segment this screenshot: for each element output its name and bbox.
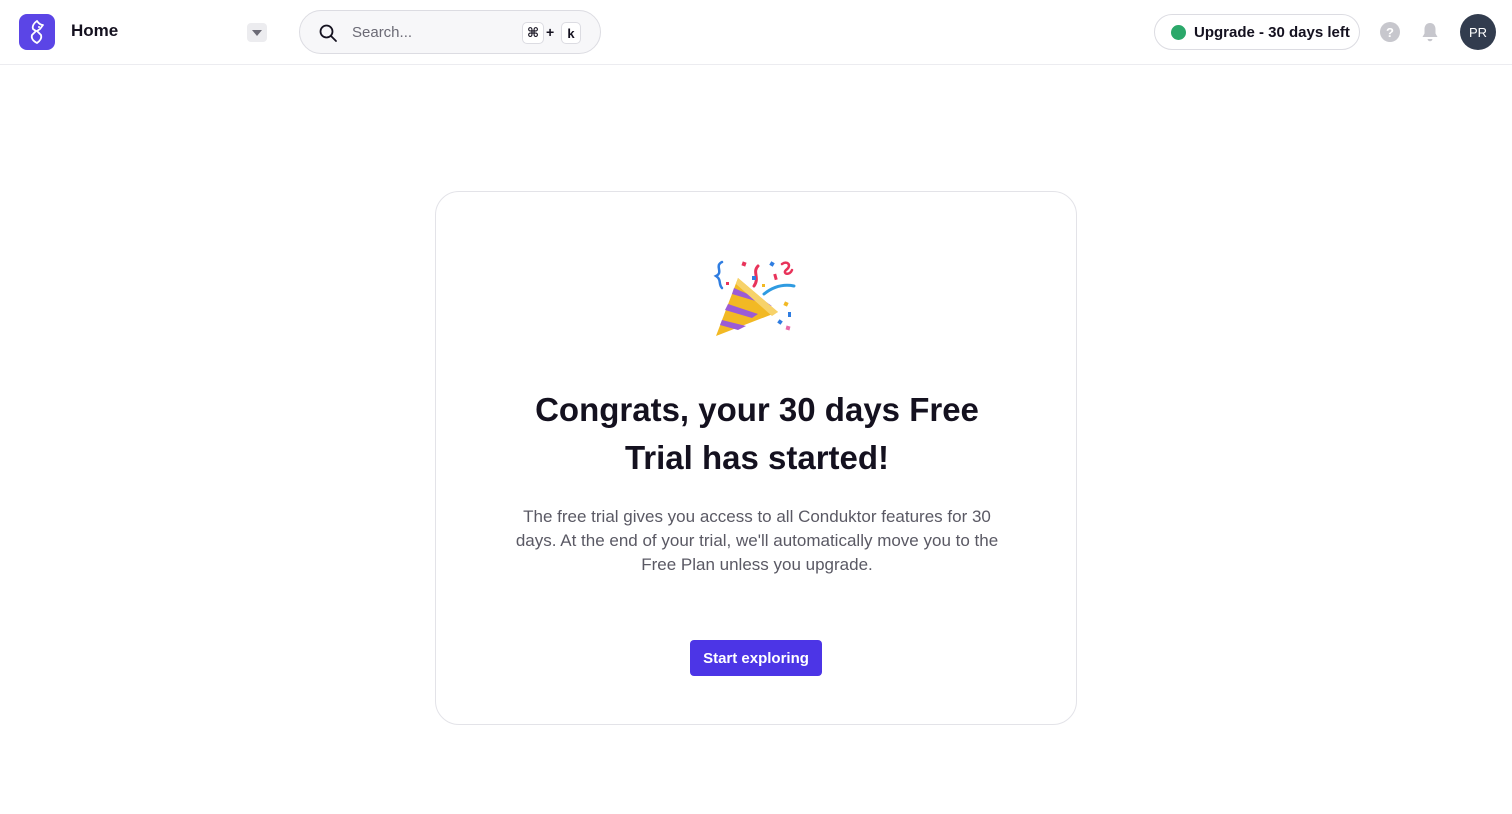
conduktor-logo[interactable] (19, 14, 55, 50)
trial-started-card: Congrats, your 30 days Free Trial has st… (435, 191, 1077, 725)
shortcut-cmd-key: ⌘ (522, 22, 545, 44)
user-avatar[interactable]: PR (1460, 14, 1496, 50)
upgrade-label: Upgrade - 30 days left (1194, 23, 1350, 41)
search-icon (319, 24, 337, 42)
caret-down-icon (252, 29, 262, 36)
help-icon[interactable]: ? (1380, 22, 1400, 42)
trial-status-dot (1171, 24, 1186, 40)
shortcut-k-key: k (561, 22, 581, 44)
page-switcher-dropdown[interactable] (247, 23, 267, 42)
shortcut-plus: + (546, 24, 555, 40)
start-exploring-button[interactable]: Start exploring (690, 640, 822, 676)
party-popper-icon (713, 260, 796, 336)
search-bar[interactable]: ⌘ + k (299, 10, 601, 54)
notifications-bell-icon[interactable] (1420, 21, 1440, 43)
conduktor-logo-icon (30, 20, 44, 44)
card-description: The free trial gives you access to all C… (515, 507, 999, 574)
card-title: Congrats, your 30 days Free Trial has st… (535, 391, 979, 476)
top-bar: Home ⌘ + k Upgrade - 30 days left ? PR (0, 0, 1512, 65)
upgrade-button[interactable]: Upgrade - 30 days left (1154, 14, 1360, 50)
page-title: Home (71, 21, 119, 40)
search-input[interactable] (352, 21, 512, 43)
